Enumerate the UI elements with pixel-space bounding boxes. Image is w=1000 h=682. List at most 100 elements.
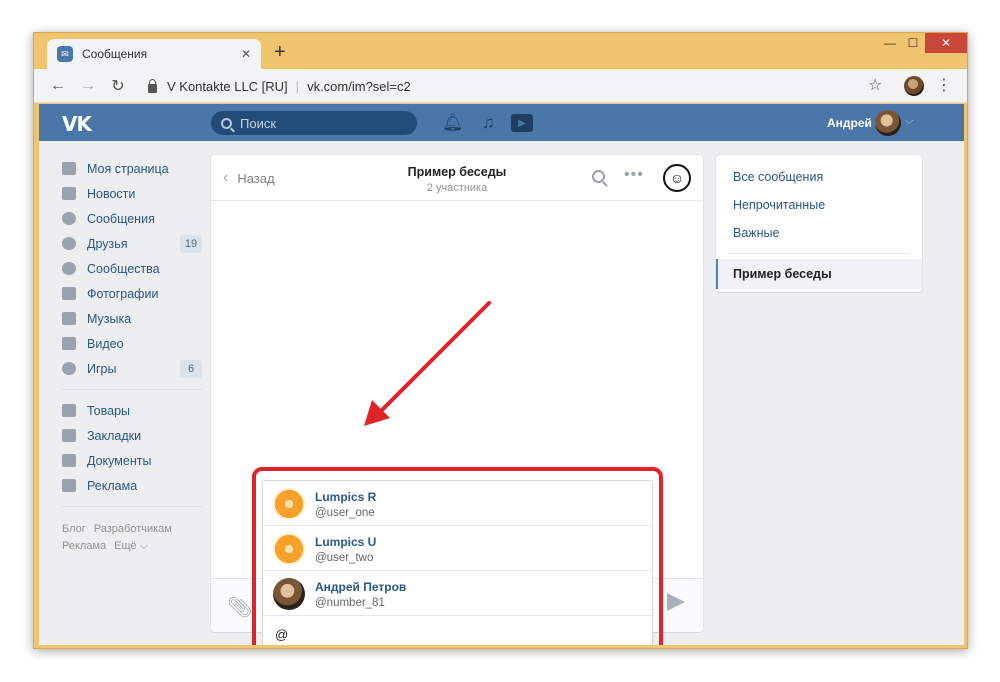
vk-logo[interactable]: VK (62, 112, 92, 136)
right-nav-item-all[interactable]: Все сообщения (716, 163, 922, 191)
sidebar-item-my-page[interactable]: Моя страница (62, 156, 202, 181)
friends-badge: 19 (180, 235, 202, 253)
mention-name: Андрей Петров (315, 580, 407, 594)
browser-toolbar: ← → ↻ V Kontakte LLC [RU] | vk.com/im?se… (34, 69, 967, 103)
right-nav-item-unread[interactable]: Непрочитанные (716, 191, 922, 219)
sidebar-item-label: Фотографии (87, 286, 159, 301)
sidebar-item-label: Друзья (87, 236, 128, 251)
sidebar-item-news[interactable]: Новости (62, 181, 202, 206)
lock-icon (148, 78, 157, 93)
music-note-icon[interactable]: ♫ (482, 113, 495, 133)
header-username[interactable]: Андрей (827, 116, 872, 130)
bag-icon (62, 404, 76, 417)
sidebar-item-documents[interactable]: Документы (62, 448, 202, 473)
sidebar-item-music[interactable]: Музыка (62, 306, 202, 331)
close-window-button[interactable]: ✕ (925, 33, 967, 53)
more-icon[interactable]: ••• (624, 166, 644, 184)
sidebar-footer: Блог Разработчикам Реклама Ещё ⌵ (62, 521, 202, 555)
music-icon (62, 312, 76, 325)
minimize-button[interactable]: — (879, 33, 901, 53)
footer-link-developers[interactable]: Разработчикам (94, 523, 172, 535)
mention-suggestions: Lumpics R @user_one Lumpics U @user_two … (262, 480, 653, 645)
sidebar-item-label: Игры (87, 361, 117, 376)
sidebar-item-label: Видео (87, 336, 124, 351)
news-icon (62, 187, 76, 200)
new-tab-button[interactable]: + (274, 42, 286, 62)
sidebar-item-label: Новости (87, 186, 136, 201)
sidebar-item-label: Музыка (87, 311, 132, 326)
url-text: vk.com/im?sel=c2 (307, 79, 411, 94)
right-nav-item-conversation[interactable]: Пример беседы (716, 259, 922, 289)
mention-handle: @user_two (315, 552, 374, 564)
megaphone-icon (62, 479, 76, 492)
mention-name: Lumpics R (315, 490, 377, 504)
search-icon (221, 117, 232, 129)
left-sidebar: Моя страница Новости Сообщения Друзья 19 … (62, 156, 202, 555)
message-input[interactable] (263, 618, 652, 645)
sidebar-item-ads[interactable]: Реклама (62, 473, 202, 498)
sidebar-item-goods[interactable]: Товары (62, 398, 202, 423)
play-icon[interactable]: ▶ (511, 114, 533, 132)
sidebar-item-friends[interactable]: Друзья 19 (62, 231, 202, 256)
title-bar: ✉ Сообщения ✕ + — ☐ ✕ (34, 33, 967, 69)
back-arrow-icon[interactable]: ← (48, 76, 68, 96)
games-badge: 6 (180, 360, 202, 378)
sidebar-item-bookmarks[interactable]: Закладки (62, 423, 202, 448)
bookmark-star-icon[interactable]: ☆ (868, 75, 882, 95)
sidebar-item-label: Моя страница (87, 161, 169, 176)
address-bar[interactable]: V Kontakte LLC [RU] | vk.com/im?sel=c2 (138, 74, 896, 99)
right-nav-divider (728, 253, 910, 254)
chevron-down-icon[interactable]: ⌵ (905, 115, 913, 128)
sidebar-item-messages[interactable]: Сообщения (62, 206, 202, 231)
browser-tab[interactable]: ✉ Сообщения ✕ (47, 39, 261, 69)
paperclip-icon[interactable]: 📎︎ (227, 595, 252, 620)
document-icon (62, 454, 76, 467)
sidebar-item-label: Закладки (87, 428, 142, 443)
sidebar-divider (62, 506, 202, 507)
profile-avatar[interactable] (904, 76, 924, 96)
mention-handle: @user_one (315, 507, 375, 519)
video-icon (62, 337, 76, 350)
reload-icon[interactable]: ↻ (108, 76, 128, 96)
sidebar-item-label: Реклама (87, 478, 138, 493)
mention-item[interactable]: Андрей Петров @number_81 (263, 571, 652, 616)
search-input[interactable] (240, 115, 400, 131)
communities-icon (62, 262, 76, 275)
sidebar-item-communities[interactable]: Сообщества (62, 256, 202, 281)
right-nav-item-important[interactable]: Важные (716, 219, 922, 247)
search-icon[interactable] (592, 170, 605, 183)
sidebar-item-photos[interactable]: Фотографии (62, 281, 202, 306)
mention-item[interactable]: Lumpics R @user_one (263, 481, 652, 526)
conversation-avatar[interactable]: ☺ (663, 164, 691, 192)
sidebar-item-label: Документы (87, 453, 152, 468)
vk-page: VK 🔔︎ ♫ ▶ Андрей ⌵ Моя страница Новости … (39, 104, 964, 645)
search-box[interactable] (211, 111, 417, 135)
vk-header: VK 🔔︎ ♫ ▶ Андрей ⌵ (39, 104, 964, 141)
sidebar-item-video[interactable]: Видео (62, 331, 202, 356)
footer-link-ads[interactable]: Реклама (62, 540, 106, 552)
mention-name: Lumpics U (315, 535, 377, 549)
chat-header: ‹ Назад Пример беседы 2 участника ••• ☺ (211, 155, 703, 201)
kebab-menu-icon[interactable]: ⋮ (936, 75, 952, 95)
footer-link-more[interactable]: Ещё ⌵ (114, 540, 148, 552)
url-separator: | (295, 79, 300, 94)
maximize-button[interactable]: ☐ (902, 33, 924, 53)
games-icon (62, 362, 76, 375)
star-icon (62, 429, 76, 442)
tab-close-icon[interactable]: ✕ (241, 47, 251, 61)
sidebar-divider (62, 389, 202, 390)
messages-icon (62, 212, 76, 225)
bell-icon[interactable]: 🔔︎ (442, 113, 464, 133)
site-owner: V Kontakte LLC [RU] (167, 79, 288, 94)
footer-link-blog[interactable]: Блог (62, 523, 86, 535)
camera-icon (62, 287, 76, 300)
sidebar-item-label: Сообщения (87, 211, 155, 226)
sidebar-item-label: Сообщества (87, 261, 160, 276)
mention-item[interactable]: Lumpics U @user_two (263, 526, 652, 571)
send-icon[interactable] (667, 593, 685, 611)
tab-title: Сообщения (82, 47, 148, 61)
orange-avatar (273, 533, 305, 565)
sidebar-item-games[interactable]: Игры 6 (62, 356, 202, 381)
forward-arrow-icon[interactable]: → (78, 76, 98, 96)
header-avatar[interactable] (875, 110, 901, 136)
